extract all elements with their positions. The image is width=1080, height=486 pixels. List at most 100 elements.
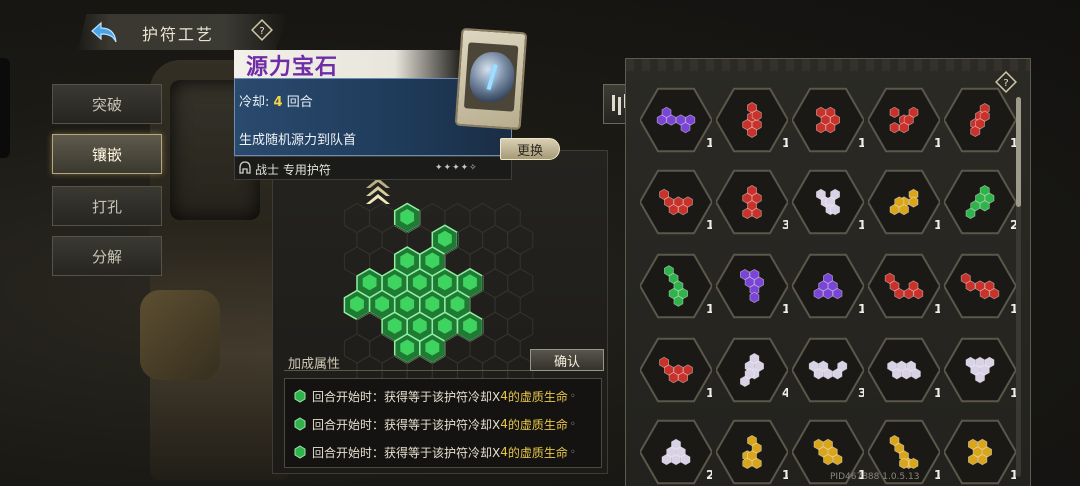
bonus-text-end: 的虚质生命 [507, 445, 568, 460]
charm-slot[interactable]: 1 [868, 162, 940, 242]
gem-cell [747, 126, 757, 138]
empty-socket[interactable] [494, 246, 521, 277]
charm-slot[interactable]: 2 [640, 412, 712, 486]
gem-cell [889, 106, 900, 119]
empty-socket[interactable] [507, 268, 534, 299]
scrollbar-thumb[interactable] [1016, 97, 1021, 207]
charm-slot[interactable]: 1 [640, 162, 712, 242]
charm-name: 源力宝石 [246, 54, 339, 80]
gem-cell [680, 453, 691, 466]
slot-count: 1 [782, 302, 788, 316]
gem-cell [979, 200, 990, 212]
gem-cell [751, 207, 762, 220]
slot-hex-border [868, 253, 940, 319]
charm-slot[interactable]: 1 [640, 80, 712, 160]
gem-cell [908, 280, 919, 292]
confirm-button[interactable]: 确认 [530, 349, 604, 371]
rank-chevron-icon [366, 178, 390, 204]
gem-cell [965, 207, 976, 220]
inventory-scrollbar[interactable] [1016, 97, 1021, 477]
charm-slot[interactable]: 3 [792, 330, 864, 410]
green-gem-icon [294, 445, 306, 459]
slot-count: 1 [858, 218, 864, 232]
slot-count: 1 [934, 468, 940, 482]
gem-cell [894, 196, 905, 208]
gem-cell [742, 457, 753, 470]
empty-socket[interactable] [343, 333, 371, 364]
slot-count: 1 [934, 302, 940, 316]
bonus-text: 回合开始时：获得等于该护符冷却X [312, 417, 501, 432]
charm-portrait[interactable] [454, 27, 528, 131]
gem-cell [680, 121, 691, 134]
charm-slot[interactable]: 1 [716, 246, 788, 326]
gem-cell [901, 368, 912, 380]
gem-cell [908, 457, 919, 470]
slot-frame [716, 337, 788, 403]
empty-socket[interactable] [482, 311, 509, 342]
charm-slot[interactable]: 1 [868, 330, 940, 410]
gem-cell [673, 295, 684, 307]
cooldown-label: 冷却: [239, 95, 270, 110]
bonus-row: 回合开始时：获得等于该护符冷却X 4 的虚质生命 ◦ [293, 441, 576, 463]
charm-effect: 生成随机源力到队首 [239, 133, 357, 148]
slot-count: 1 [706, 386, 712, 400]
empty-socket[interactable] [494, 333, 521, 364]
empty-socket[interactable] [482, 224, 509, 255]
gem-cell [970, 125, 981, 138]
charm-slot[interactable]: 1 [792, 80, 864, 160]
gem-cell [683, 196, 693, 208]
gem-cell [832, 453, 843, 466]
slot-frame [716, 419, 788, 485]
gem-cell [668, 371, 679, 384]
slot-frame [716, 169, 788, 235]
charm-slot[interactable]: 1 [944, 80, 1016, 160]
info-dot-icon: ◦ [569, 418, 576, 430]
cooldown-value: 4 [273, 95, 283, 110]
empty-socket[interactable] [356, 224, 383, 255]
slot-count: 1 [782, 136, 788, 150]
swap-button[interactable]: 更换 [500, 138, 560, 160]
source-gem-icon [468, 50, 516, 104]
charm-slot[interactable]: 3 [716, 162, 788, 242]
empty-socket[interactable] [482, 268, 509, 299]
charm-slot[interactable]: 1 [944, 330, 1016, 410]
charm-slot[interactable]: 1 [944, 246, 1016, 326]
empty-socket[interactable] [507, 224, 534, 255]
empty-socket[interactable] [494, 202, 521, 234]
slot-count: 1 [706, 218, 712, 232]
charm-slot[interactable]: 1 [716, 80, 788, 160]
charm-slot[interactable]: 1 [792, 246, 864, 326]
charm-slot[interactable]: 4 [716, 330, 788, 410]
charm-slot[interactable]: 1 [868, 80, 940, 160]
empty-socket[interactable] [369, 202, 396, 234]
charm-slot[interactable]: 1 [716, 412, 788, 486]
gem-cell [967, 453, 978, 466]
charm-slot[interactable]: 2 [944, 162, 1016, 242]
gem-cell [813, 287, 824, 300]
empty-socket[interactable] [469, 202, 496, 234]
charm-slot[interactable]: 1 [792, 162, 864, 242]
charm-class-bar: 战士 专用护符 ✦✦✦✦✧ [234, 156, 512, 180]
empty-socket[interactable] [457, 224, 484, 255]
bonus-text-end: 的虚质生命 [507, 389, 568, 404]
charm-slot[interactable]: 1 [640, 330, 712, 410]
gem-cell [891, 368, 902, 380]
info-dot-icon: ◦ [569, 446, 576, 458]
slot-count: 1 [858, 302, 864, 316]
rarity-stars: ✦✦✦✦✧ [435, 163, 478, 173]
bonus-row: 回合开始时：获得等于该护符冷却X 4 的虚质生命 ◦ [293, 413, 576, 435]
charm-slot[interactable]: 1 [640, 246, 712, 326]
slot-count: 1 [782, 468, 788, 482]
warrior-helmet-icon [239, 161, 251, 174]
empty-socket[interactable] [494, 289, 521, 321]
slot-frame [944, 253, 1016, 319]
info-dot-icon: ◦ [569, 390, 576, 402]
cooldown-unit: 回合 [286, 95, 313, 110]
slot-frame [792, 337, 864, 403]
charm-slot[interactable]: 1 [944, 412, 1016, 486]
charm-slot[interactable]: 1 [868, 246, 940, 326]
slot-count: 1 [934, 386, 940, 400]
empty-socket[interactable] [507, 311, 534, 342]
gem-cell [683, 364, 693, 376]
empty-socket[interactable] [343, 202, 371, 234]
